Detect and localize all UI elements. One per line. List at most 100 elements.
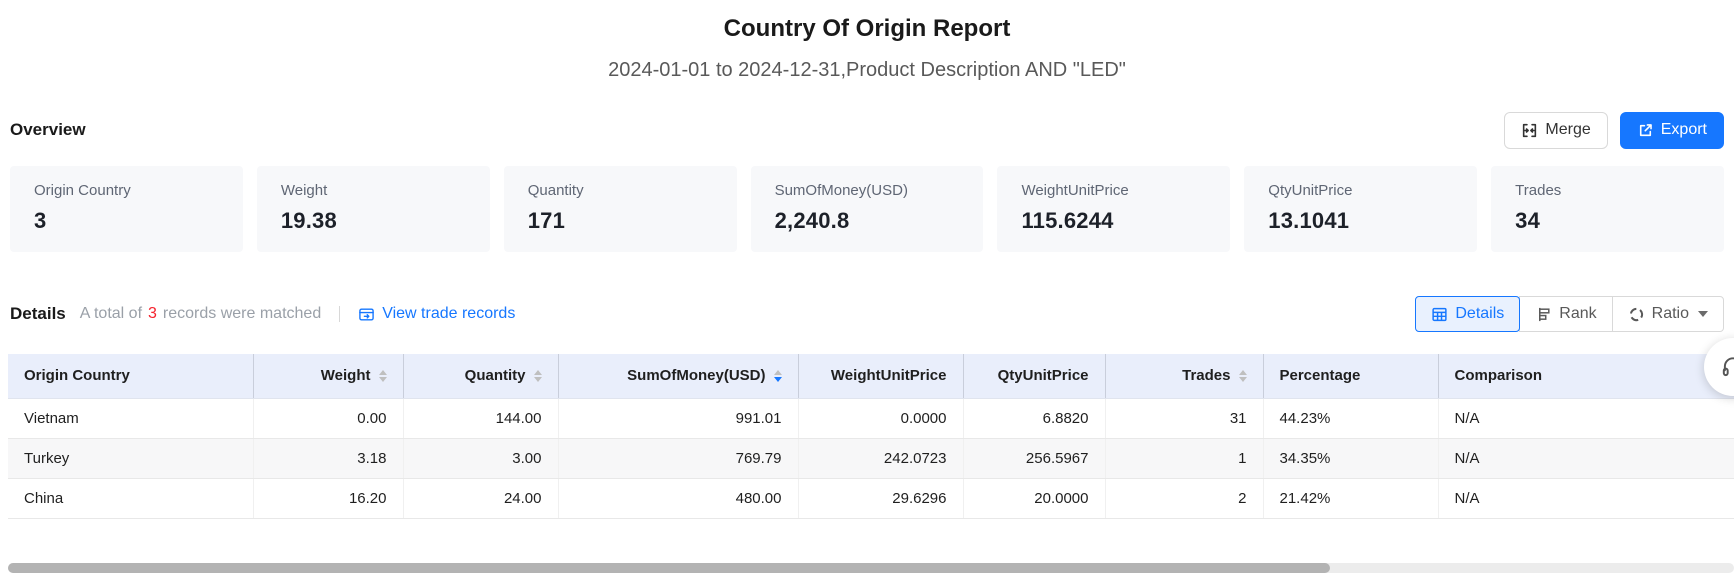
cell-comparison: N/A: [1438, 438, 1734, 478]
cell-sumofmoney-usd: 480.00: [558, 478, 798, 518]
cell-percentage: 21.42%: [1263, 478, 1438, 518]
view-tab-ratio[interactable]: Ratio: [1612, 296, 1724, 332]
cell-percentage: 44.23%: [1263, 398, 1438, 438]
column-header-weightunitprice: WeightUnitPrice: [798, 354, 963, 398]
cell-sumofmoney-usd: 769.79: [558, 438, 798, 478]
view-tab-label: Details: [1455, 305, 1504, 323]
view-tab-details[interactable]: Details: [1415, 296, 1520, 332]
sort-icon[interactable]: [379, 370, 387, 382]
divider: [339, 306, 340, 322]
cell-qtyunitprice: 20.0000: [963, 478, 1105, 518]
merge-button-label: Merge: [1545, 121, 1590, 139]
view-trade-records-label: View trade records: [382, 305, 515, 323]
overview-actions: Merge Export: [1504, 112, 1724, 149]
match-summary-prefix: A total of: [80, 305, 142, 322]
view-tab-label: Rank: [1559, 305, 1596, 323]
column-header-trades[interactable]: Trades: [1105, 354, 1263, 398]
column-header-percentage: Percentage: [1263, 354, 1438, 398]
merge-icon: [1521, 122, 1538, 139]
sort-icon[interactable]: [534, 370, 542, 382]
cell-origin-country: Turkey: [8, 438, 253, 478]
overview-stat-cards: Origin Country 3 Weight 19.38 Quantity 171 Sum…: [10, 166, 1724, 252]
stat-card-quantity: Quantity 171: [504, 166, 737, 252]
stat-card-trades: Trades 34: [1491, 166, 1724, 252]
column-header-origin-country: Origin Country: [8, 354, 253, 398]
view-mode-tabs: Details Rank Ratio: [1415, 296, 1724, 332]
stat-card-value: 2,240.8: [775, 208, 960, 234]
cell-quantity: 144.00: [403, 398, 558, 438]
column-header-label: Trades: [1182, 367, 1230, 384]
cell-sumofmoney-usd: 991.01: [558, 398, 798, 438]
cell-quantity: 3.00: [403, 438, 558, 478]
column-header-weight[interactable]: Weight: [253, 354, 403, 398]
ratio-icon: [1628, 306, 1645, 323]
stat-card-value: 115.6244: [1021, 208, 1206, 234]
rank-icon: [1535, 306, 1552, 323]
cell-weightunitprice: 0.0000: [798, 398, 963, 438]
column-header-label: SumOfMoney(USD): [627, 367, 765, 384]
table-grid-icon: [1431, 306, 1448, 323]
overview-heading: Overview: [10, 120, 86, 140]
cell-trades: 1: [1105, 438, 1263, 478]
match-count: 3: [148, 305, 157, 322]
headset-icon: [1720, 354, 1734, 380]
stat-card-label: Origin Country: [34, 182, 219, 199]
trade-records-icon: [358, 306, 375, 323]
export-icon: [1637, 122, 1654, 139]
report-page: Country Of Origin Report 2024-01-01 to 2…: [0, 0, 1734, 585]
cell-comparison: N/A: [1438, 398, 1734, 438]
cell-trades: 31: [1105, 398, 1263, 438]
table-row-turkey: Turkey3.183.00769.79242.0723256.5967134.…: [8, 438, 1734, 478]
horizontal-scrollbar-thumb[interactable]: [8, 563, 1330, 573]
export-button[interactable]: Export: [1620, 112, 1724, 149]
stat-card-value: 171: [528, 208, 713, 234]
stat-card-value: 34: [1515, 208, 1700, 234]
view-tab-rank[interactable]: Rank: [1519, 296, 1612, 332]
view-trade-records-link[interactable]: View trade records: [358, 305, 515, 323]
cell-percentage: 34.35%: [1263, 438, 1438, 478]
cell-trades: 2: [1105, 478, 1263, 518]
export-button-label: Export: [1661, 121, 1707, 139]
horizontal-scrollbar-track[interactable]: [8, 563, 1734, 573]
cell-weightunitprice: 242.0723: [798, 438, 963, 478]
stat-card-value: 19.38: [281, 208, 466, 234]
details-table: Origin Country Weight Quantity SumOfMoney(U…: [8, 354, 1734, 519]
stat-card-label: WeightUnitPrice: [1021, 182, 1206, 199]
cell-qtyunitprice: 6.8820: [963, 398, 1105, 438]
stat-card-origin-country: Origin Country 3: [10, 166, 243, 252]
stat-card-label: SumOfMoney(USD): [775, 182, 960, 199]
column-header-sumofmoney-usd[interactable]: SumOfMoney(USD): [558, 354, 798, 398]
stat-card-weight: Weight 19.38: [257, 166, 490, 252]
column-header-qtyunitprice: QtyUnitPrice: [963, 354, 1105, 398]
stat-card-weightunitprice: WeightUnitPrice 115.6244: [997, 166, 1230, 252]
column-header-label: Weight: [321, 367, 371, 384]
page-title: Country Of Origin Report: [0, 12, 1734, 46]
match-summary-suffix: records were matched: [163, 305, 321, 322]
column-header-label: WeightUnitPrice: [831, 367, 947, 384]
details-heading: Details: [10, 304, 66, 324]
details-left: Details A total of3records were matched …: [10, 304, 515, 324]
column-header-comparison: Comparison: [1438, 354, 1734, 398]
stat-card-value: 3: [34, 208, 219, 234]
column-header-label: Origin Country: [24, 367, 130, 384]
cell-quantity: 24.00: [403, 478, 558, 518]
table-row-china: China16.2024.00480.0029.629620.0000221.4…: [8, 478, 1734, 518]
page-subtitle: 2024-01-01 to 2024-12-31,Product Descrip…: [0, 56, 1734, 84]
stat-card-value: 13.1041: [1268, 208, 1453, 234]
sort-icon[interactable]: [1239, 370, 1247, 382]
details-header-row: Details A total of3records were matched …: [10, 296, 1724, 332]
cell-weight: 3.18: [253, 438, 403, 478]
cell-qtyunitprice: 256.5967: [963, 438, 1105, 478]
table-header-row: Origin Country Weight Quantity SumOfMoney(U…: [8, 354, 1734, 398]
sort-icon[interactable]: [774, 370, 782, 382]
merge-button[interactable]: Merge: [1504, 112, 1607, 149]
stat-card-label: Trades: [1515, 182, 1700, 199]
cell-origin-country: China: [8, 478, 253, 518]
stat-card-label: Weight: [281, 182, 466, 199]
cell-weight: 16.20: [253, 478, 403, 518]
stat-card-label: Quantity: [528, 182, 713, 199]
chevron-down-icon: [1698, 311, 1708, 317]
cell-weightunitprice: 29.6296: [798, 478, 963, 518]
column-header-quantity[interactable]: Quantity: [403, 354, 558, 398]
overview-header-row: Overview Merge Export: [10, 110, 1724, 150]
